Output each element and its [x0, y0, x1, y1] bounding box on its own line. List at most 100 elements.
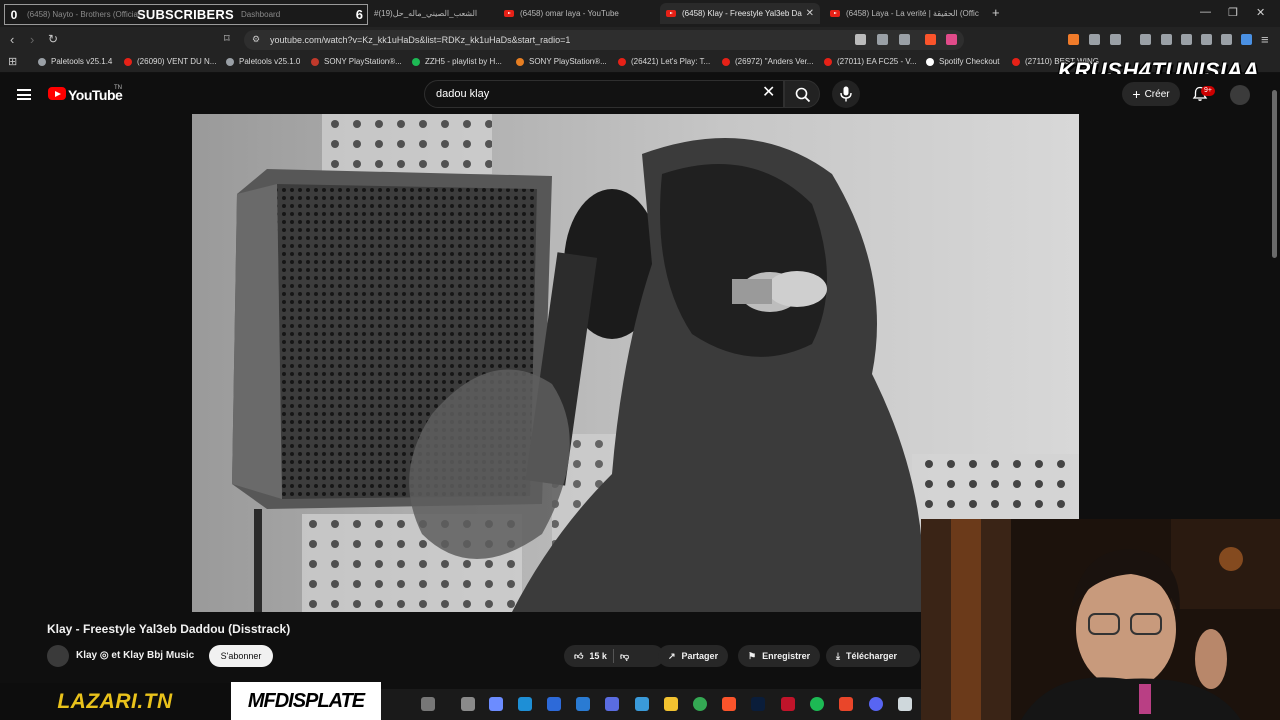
acrobat-icon[interactable] — [781, 697, 795, 711]
bookmark-favicon-icon — [618, 57, 626, 66]
youtube-logo-icon[interactable] — [48, 87, 66, 100]
bookmark-item[interactable]: SONY PlayStation®... — [311, 57, 402, 66]
bookmark-favicon-icon — [926, 57, 934, 66]
voice-search-button[interactable] — [832, 80, 860, 108]
active-app-icon[interactable] — [839, 697, 853, 711]
bookmark-item[interactable]: (27011) EA FC25 - V... — [824, 57, 917, 66]
reload-icon[interactable]: ↻ — [48, 32, 58, 46]
brave-shield-icon[interactable] — [925, 34, 936, 45]
site-info-icon[interactable]: ⚙ — [252, 34, 260, 45]
translate-icon[interactable] — [855, 34, 866, 45]
bookmark-favicon-icon — [824, 57, 832, 66]
bookmark-label: (26972) "Anders Ver... — [735, 57, 814, 66]
tab-4[interactable]: (6458) omar laya - YouTube — [498, 3, 658, 24]
create-button[interactable]: + Créer — [1122, 82, 1180, 106]
spotify-icon[interactable] — [810, 697, 824, 711]
app-icon[interactable] — [898, 697, 912, 711]
bookmark-favicon-icon — [412, 57, 420, 66]
share-icon: ↗ — [668, 650, 676, 661]
bookmark-item[interactable]: Paletools v25.1.4 — [38, 57, 112, 66]
bookmark-favicon-icon — [1012, 57, 1020, 66]
subscriber-count-right: 6 — [355, 7, 363, 22]
hamburger-menu-icon[interactable] — [17, 89, 31, 100]
tab-1-label[interactable]: (6458) Nayto - Brothers (Official — [27, 10, 140, 19]
app-icon[interactable] — [461, 697, 475, 711]
tab-6[interactable]: (6458) Laya - La verité | الحقيقة (Offic — [824, 3, 984, 24]
forward-icon[interactable]: › — [30, 32, 34, 47]
share-button[interactable]: ↗ Partager — [658, 645, 729, 667]
profile-icon[interactable] — [1241, 34, 1252, 45]
tab-2-label[interactable]: Dashboard — [241, 10, 280, 19]
media-icon[interactable] — [1140, 34, 1151, 45]
video-title: Klay - Freestyle Yal3eb Daddou (Disstrac… — [47, 622, 291, 636]
save-button[interactable]: ⚑ Enregistrer — [738, 645, 821, 667]
back-icon[interactable]: ‹ — [10, 32, 14, 47]
brave-rewards-icon[interactable] — [946, 34, 957, 45]
restore-icon[interactable]: ❐ — [1228, 6, 1238, 19]
task-view-icon[interactable] — [421, 697, 435, 711]
edge-icon[interactable] — [518, 697, 532, 711]
minimize-icon[interactable]: — — [1200, 6, 1211, 18]
brave-icon[interactable] — [722, 697, 736, 711]
photos-icon[interactable] — [635, 697, 649, 711]
screenshot-icon[interactable] — [877, 34, 888, 45]
copilot-icon[interactable] — [489, 697, 503, 711]
clear-search-icon[interactable]: ✕ — [762, 85, 775, 101]
close-window-icon[interactable]: ✕ — [1256, 6, 1265, 19]
puzzle-icon[interactable] — [1089, 34, 1100, 45]
channel-avatar[interactable] — [47, 645, 69, 667]
chrome-icon[interactable] — [693, 697, 707, 711]
subscribe-button[interactable]: S'abonner — [209, 645, 273, 667]
bookmark-item[interactable]: Spotify Checkout — [926, 57, 999, 66]
bookmark-item[interactable]: (26972) "Anders Ver... — [722, 57, 813, 66]
tab-3[interactable]: #الشعب_الصيني_ماله_حل(19) — [368, 3, 496, 24]
menu-icon[interactable]: ≡ — [1261, 32, 1269, 47]
download-button[interactable]: ⤓ Télécharger — [826, 645, 920, 667]
page-scrollbar[interactable] — [1272, 90, 1277, 258]
like-icon[interactable]: 👍︎ — [574, 651, 583, 662]
wallet-icon[interactable] — [1181, 34, 1192, 45]
tab-4-label: (6458) omar laya - YouTube — [520, 9, 619, 18]
bookmark-item[interactable]: (26090) VENT DU N... — [124, 57, 216, 66]
file-explorer-icon[interactable] — [664, 697, 678, 711]
bookmark-favicon-icon — [226, 57, 234, 66]
photoshop-icon[interactable] — [751, 697, 765, 711]
bookmark-icon[interactable]: ⌑ — [224, 32, 230, 45]
bookmark-item[interactable]: ZZH5 - playlist by H... — [412, 57, 502, 66]
bookmark-item[interactable]: Paletools v25.1.0 — [226, 57, 300, 66]
teams-icon[interactable] — [605, 697, 619, 711]
search-button[interactable] — [784, 80, 820, 108]
account-avatar[interactable] — [1230, 85, 1250, 105]
bookmark-favicon-icon — [38, 57, 46, 66]
save-label: Enregistrer — [762, 651, 811, 661]
vpn-icon[interactable] — [1221, 34, 1232, 45]
tab-5-active[interactable]: (6458) Klay - Freestyle Yal3eb Da ✕ — [660, 3, 820, 24]
sidebar-icon[interactable] — [1161, 34, 1172, 45]
youtube-header: YouTube TN dadou klay ✕ + Créer — [0, 74, 1280, 114]
new-tab-icon[interactable]: + — [992, 5, 1000, 20]
dislike-icon[interactable]: 👎︎ — [620, 651, 629, 662]
bookmark-label: SONY PlayStation®... — [529, 57, 607, 66]
bookmark-item[interactable]: SONY PlayStation®... — [516, 57, 607, 66]
mfdisplate-sponsor-logo: MFDISPLATE — [231, 682, 381, 720]
webcam-overlay — [921, 519, 1280, 720]
search-input[interactable]: dadou klay — [424, 80, 784, 108]
outlook-icon[interactable] — [576, 697, 590, 711]
like-count[interactable]: 15 k — [589, 651, 607, 661]
store-icon[interactable] — [547, 697, 561, 711]
bookmark-label: (27011) EA FC25 - V... — [837, 57, 917, 66]
bookmark-item[interactable]: (26421) Let's Play: T... — [618, 57, 710, 66]
apps-icon[interactable]: ⊞ — [8, 55, 17, 68]
discord-icon[interactable] — [869, 697, 883, 711]
subscriber-count-left: 0 — [10, 7, 18, 22]
leo-icon[interactable] — [1201, 34, 1212, 45]
extension-icon[interactable] — [1068, 34, 1079, 45]
bookmark-label: (26090) VENT DU N... — [137, 57, 217, 66]
share-icon[interactable] — [899, 34, 910, 45]
tab-search-icon[interactable] — [1110, 34, 1121, 45]
channel-name[interactable]: Klay ◎ et Klay Bbj Music — [76, 650, 194, 661]
close-tab-icon[interactable]: ✕ — [806, 8, 814, 19]
lazari-sponsor-logo: LAZARI.TN — [0, 683, 230, 720]
bookmark-favicon-icon — [124, 57, 132, 66]
bookmark-label: Spotify Checkout — [939, 57, 1000, 66]
